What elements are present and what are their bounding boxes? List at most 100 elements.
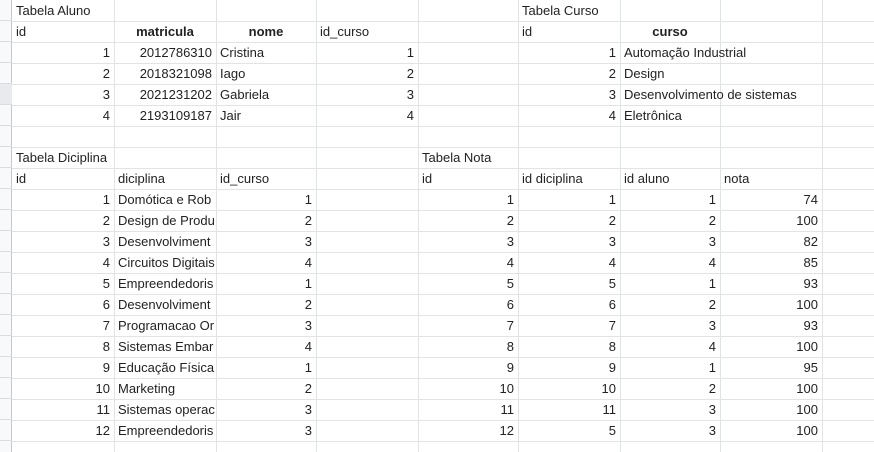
table-cell[interactable]: 4 [216,252,316,273]
table-cell[interactable]: 3 [518,231,620,252]
table-cell[interactable]: 8 [418,336,518,357]
table-cell[interactable]: 85 [720,252,822,273]
table-cell[interactable]: 2 [518,210,620,231]
row-header-cell[interactable] [0,147,12,168]
row-header-cell[interactable] [0,378,12,399]
table-cell[interactable]: 5 [418,273,518,294]
table-cell[interactable]: 100 [720,336,822,357]
row-header-cell[interactable] [0,399,12,420]
row-header-cell[interactable] [0,231,12,252]
table-cell[interactable]: 100 [720,399,822,420]
table-cell[interactable]: Educação Física [114,357,216,378]
table-cell[interactable]: 11 [418,399,518,420]
column-header[interactable]: nome [216,21,316,42]
table-cell[interactable]: 4 [12,252,114,273]
table-cell[interactable]: 11 [12,399,114,420]
table-cell[interactable]: 3 [518,84,620,105]
row-header-cell[interactable] [0,357,12,378]
table-cell[interactable]: 1 [518,42,620,63]
column-header[interactable]: id_curso [216,168,316,189]
table-cell[interactable]: 6 [12,294,114,315]
row-header-cell[interactable] [0,21,12,42]
column-header[interactable]: diciplina [114,168,216,189]
table-cell[interactable]: 4 [620,336,720,357]
table-cell[interactable]: Design de Produ [114,210,216,231]
row-header-cell[interactable] [0,210,12,231]
table-title-aluno[interactable]: Tabela Aluno [12,0,114,21]
table-cell[interactable]: 12 [418,420,518,441]
table-cell[interactable]: 3 [620,231,720,252]
table-cell[interactable]: Circuitos Digitais [114,252,216,273]
table-cell[interactable]: 100 [720,378,822,399]
row-header-cell[interactable] [0,63,12,84]
table-cell[interactable]: 8 [518,336,620,357]
table-cell[interactable]: 3 [620,420,720,441]
table-cell[interactable]: 7 [518,315,620,336]
table-cell[interactable]: 2 [620,210,720,231]
table-cell[interactable]: 2 [620,378,720,399]
table-cell[interactable]: Jair [216,105,316,126]
row-header-cell[interactable] [0,84,12,105]
table-cell[interactable]: 3 [216,231,316,252]
table-cell[interactable]: Iago [216,63,316,84]
table-cell[interactable]: Empreendedoris [114,273,216,294]
table-cell[interactable]: Sistemas operac [114,399,216,420]
table-cell[interactable]: 10 [518,378,620,399]
table-cell[interactable]: 100 [720,420,822,441]
column-header[interactable]: id [12,168,114,189]
table-cell[interactable]: 100 [720,294,822,315]
table-cell[interactable]: Gabriela [216,84,316,105]
table-cell[interactable]: 1 [620,189,720,210]
table-cell[interactable]: Eletrônica [620,105,874,126]
row-header-cell[interactable] [0,42,12,63]
row-header-cell[interactable] [0,189,12,210]
table-cell[interactable]: 4 [518,105,620,126]
table-cell[interactable]: Design [620,63,874,84]
table-cell[interactable]: 2 [216,294,316,315]
table-cell[interactable]: 1 [216,357,316,378]
table-cell[interactable]: 3 [216,315,316,336]
table-cell[interactable]: 2 [518,63,620,84]
table-cell[interactable]: 3 [316,84,418,105]
column-header[interactable]: id diciplina [518,168,620,189]
table-cell[interactable]: 7 [418,315,518,336]
table-cell[interactable]: 3 [216,420,316,441]
table-cell[interactable]: Domótica e Rob [114,189,216,210]
table-cell[interactable]: 9 [518,357,620,378]
table-cell[interactable]: Sistemas Embar [114,336,216,357]
table-cell[interactable]: Empreendedoris [114,420,216,441]
table-title-curso[interactable]: Tabela Curso [518,0,620,21]
table-cell[interactable]: Programacao Or [114,315,216,336]
table-cell[interactable]: 4 [518,252,620,273]
table-cell[interactable]: 100 [720,210,822,231]
table-cell[interactable]: 5 [518,420,620,441]
table-cell[interactable]: 5 [12,273,114,294]
table-cell[interactable]: 1 [418,189,518,210]
table-cell[interactable]: 2 [620,294,720,315]
table-cell[interactable]: 2 [12,63,114,84]
table-cell[interactable]: 1 [12,42,114,63]
table-cell[interactable]: 3 [12,231,114,252]
table-cell[interactable]: 1 [216,273,316,294]
row-header-cell[interactable] [0,273,12,294]
table-cell[interactable]: 74 [720,189,822,210]
table-cell[interactable]: 1 [12,189,114,210]
row-header-cell[interactable] [0,105,12,126]
row-header-cell[interactable] [0,420,12,441]
column-header[interactable]: curso [620,21,720,42]
row-header-cell[interactable] [0,252,12,273]
table-cell[interactable]: 2018321098 [114,63,216,84]
row-header-cell[interactable] [0,294,12,315]
table-cell[interactable]: 3 [620,315,720,336]
row-header-cell[interactable] [0,315,12,336]
table-cell[interactable]: 11 [518,399,620,420]
column-header[interactable]: id aluno [620,168,720,189]
table-cell[interactable]: 1 [216,189,316,210]
table-cell[interactable]: 3 [418,231,518,252]
table-cell[interactable]: 4 [620,252,720,273]
table-cell[interactable]: 2 [216,378,316,399]
table-cell[interactable]: 3 [620,399,720,420]
row-header-cell[interactable] [0,0,12,21]
column-header[interactable]: matricula [114,21,216,42]
table-cell[interactable]: 9 [418,357,518,378]
